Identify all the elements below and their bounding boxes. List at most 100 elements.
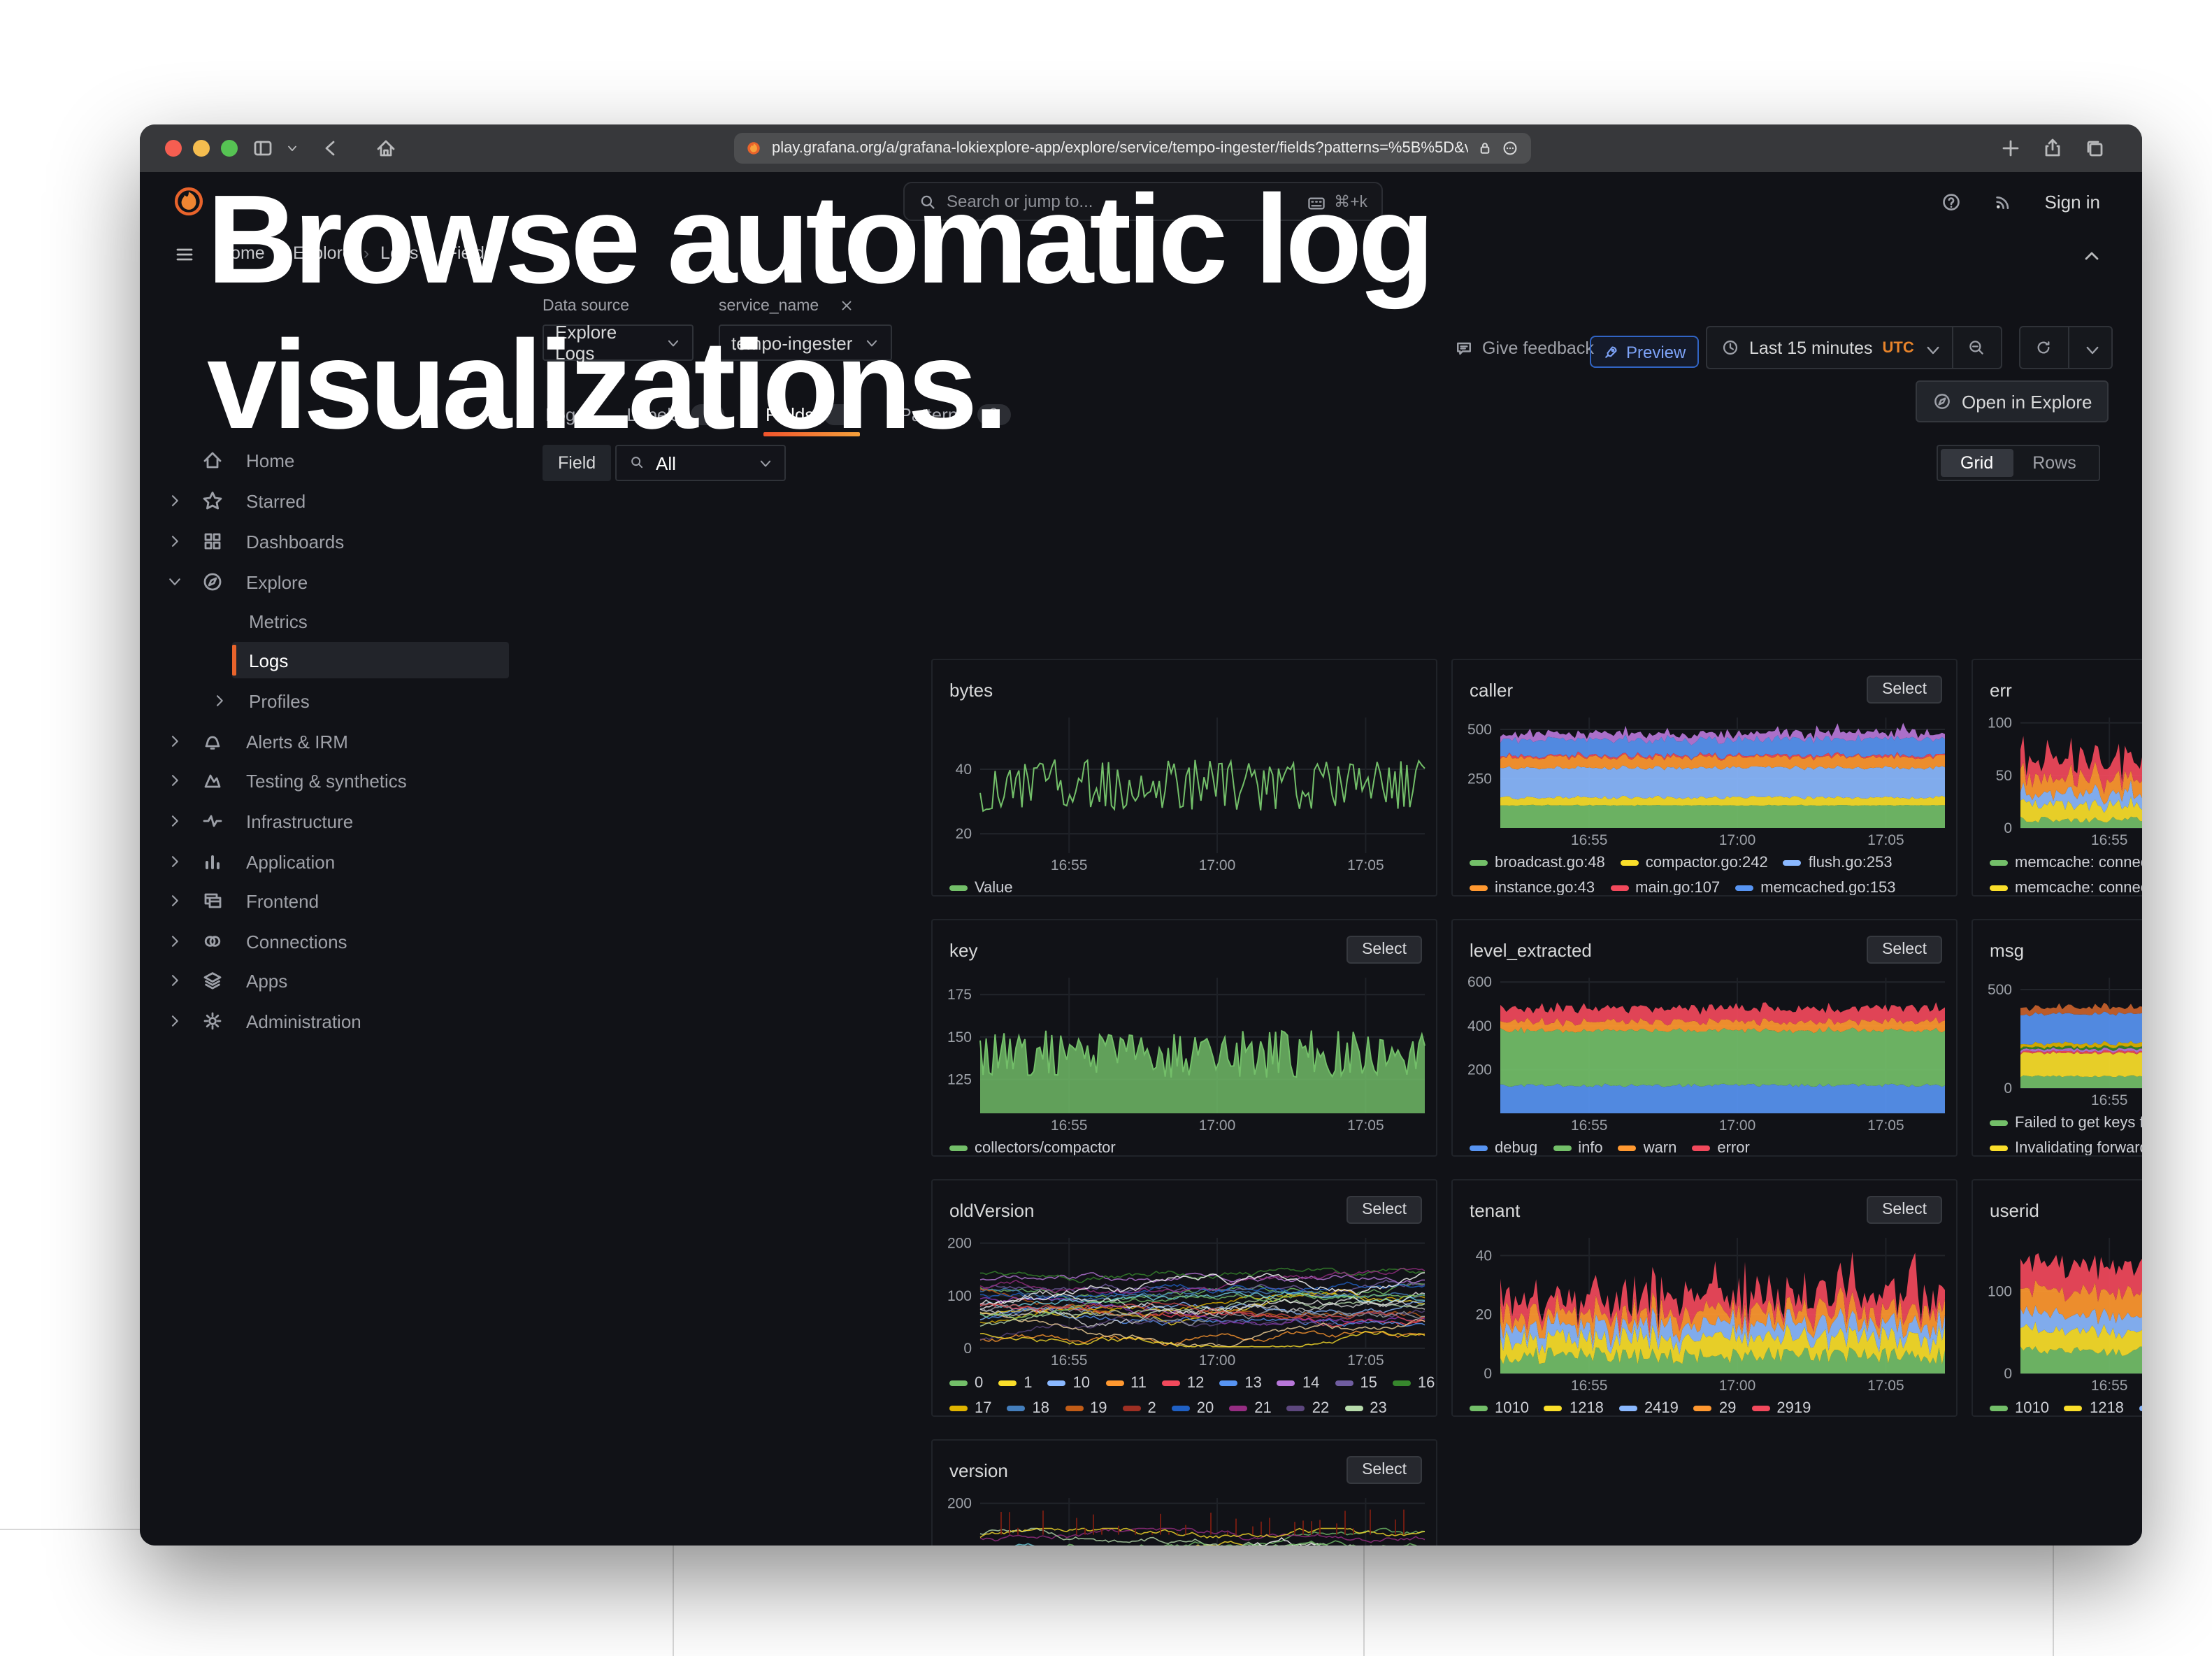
legend-item[interactable]: warn bbox=[1618, 1140, 1677, 1157]
legend-item[interactable]: 13 bbox=[1219, 1375, 1262, 1392]
legend-item[interactable]: Value bbox=[949, 880, 1013, 897]
legend-item[interactable]: broadcast.go:48 bbox=[1470, 855, 1605, 871]
refresh-interval-dropdown[interactable] bbox=[2069, 327, 2111, 368]
legend-item[interactable]: main.go:107 bbox=[1610, 880, 1720, 897]
legend-item[interactable]: 2919 bbox=[1751, 1400, 1811, 1417]
select-button[interactable]: Select bbox=[1346, 1456, 1422, 1484]
share-icon[interactable] bbox=[2041, 137, 2064, 159]
legend-item[interactable]: 0 bbox=[949, 1375, 983, 1392]
sidebar-item-alerts-irm[interactable]: Alerts & IRM bbox=[140, 723, 529, 759]
legend-item[interactable]: error bbox=[1692, 1140, 1749, 1157]
overlay-headline: Browse automatic logvisualizations. bbox=[207, 168, 1430, 460]
legend-item[interactable]: 1218 bbox=[1544, 1400, 1604, 1417]
legend-item[interactable]: flush.go:253 bbox=[1783, 855, 1893, 871]
new-tab-icon[interactable] bbox=[1999, 137, 2022, 159]
svg-text:17:00: 17:00 bbox=[1719, 832, 1756, 848]
legend-item[interactable]: 29 bbox=[1694, 1400, 1737, 1417]
legend-item[interactable]: 15 bbox=[1335, 1375, 1377, 1392]
sidebar-item-infrastructure[interactable]: Infrastructure bbox=[140, 803, 529, 839]
grafana-logo[interactable] bbox=[173, 186, 204, 217]
sidebar-item-frontend[interactable]: Frontend bbox=[140, 883, 529, 919]
sidebar-item-testing-synthetics[interactable]: Testing & synthetics bbox=[140, 762, 529, 799]
collapse-header-icon[interactable] bbox=[2081, 245, 2103, 267]
legend-item[interactable]: 14 bbox=[1277, 1375, 1320, 1392]
legend-item[interactable]: 2419 bbox=[2139, 1400, 2142, 1417]
address-bar[interactable]: play.grafana.org/a/grafana-lokiexplore-a… bbox=[734, 133, 1531, 164]
chevron-right-icon bbox=[166, 813, 183, 829]
legend-item[interactable]: memcache: connect timeout to 162.134.158… bbox=[1990, 855, 2142, 871]
legend-item[interactable]: 16 bbox=[1393, 1375, 1435, 1392]
news-icon[interactable] bbox=[1993, 191, 2014, 212]
legend-item[interactable]: Failed to get keys from memcached bbox=[1990, 1115, 2142, 1132]
open-in-explore-button[interactable]: Open in Explore bbox=[1916, 380, 2109, 422]
sidebar-item-logs[interactable]: Logs bbox=[140, 642, 529, 678]
chevron-down-icon bbox=[2083, 341, 2097, 355]
legend-item[interactable]: 2 bbox=[1123, 1400, 1156, 1417]
legend-item[interactable]: memcached.go:153 bbox=[1735, 880, 1895, 897]
give-feedback-link[interactable]: Give feedback bbox=[1454, 338, 1594, 358]
svg-text:175: 175 bbox=[947, 987, 972, 1003]
legend-item[interactable]: Invalidating forwarded broadcast bbox=[1990, 1140, 2142, 1157]
sidebar-item-metrics[interactable]: Metrics bbox=[140, 603, 529, 639]
zoom-window-button[interactable] bbox=[221, 140, 238, 157]
legend-item[interactable]: 21 bbox=[1229, 1400, 1272, 1417]
grid-view-button[interactable]: Grid bbox=[1941, 449, 2013, 477]
legend-item[interactable]: 2419 bbox=[1619, 1400, 1679, 1417]
sidebar-item-application[interactable]: Application bbox=[140, 843, 529, 880]
sidebar-item-profiles[interactable]: Profiles bbox=[140, 683, 529, 719]
select-button[interactable]: Select bbox=[1867, 936, 1942, 964]
legend-item[interactable]: compactor.go:242 bbox=[1621, 855, 1768, 871]
legend-item[interactable]: 17 bbox=[949, 1400, 992, 1417]
legend-label: Invalidating forwarded broadcast bbox=[2015, 1140, 2142, 1157]
legend-item[interactable]: 11 bbox=[1105, 1375, 1147, 1392]
legend-item[interactable]: info bbox=[1553, 1140, 1603, 1157]
sidebar-item-apps[interactable]: Apps bbox=[140, 962, 529, 999]
legend-item[interactable]: memcache: connect timeout to 174.213.22.… bbox=[1990, 880, 2142, 897]
panel-legend: 01 10 11 12 13 14 15 16 bbox=[933, 1371, 1436, 1396]
legend-item[interactable]: 1218 bbox=[2064, 1400, 2124, 1417]
legend-item[interactable]: 19 bbox=[1065, 1400, 1107, 1417]
legend-item[interactable]: 23 bbox=[1344, 1400, 1387, 1417]
sidebar-item-connections[interactable]: Connections bbox=[140, 923, 529, 959]
legend-item[interactable]: 18 bbox=[1007, 1400, 1050, 1417]
help-icon[interactable] bbox=[1941, 191, 1962, 212]
sidebar-item-dashboards[interactable]: Dashboards bbox=[140, 523, 529, 559]
legend-item[interactable]: 1 bbox=[998, 1375, 1032, 1392]
select-button[interactable]: Select bbox=[1867, 1196, 1942, 1224]
sidebar-item-administration[interactable]: Administration bbox=[140, 1003, 529, 1039]
sign-in-link[interactable]: Sign in bbox=[2045, 191, 2101, 212]
legend-label: collectors/compactor bbox=[975, 1140, 1116, 1157]
legend-item[interactable]: 20 bbox=[1172, 1400, 1214, 1417]
minimize-window-button[interactable] bbox=[193, 140, 210, 157]
select-button[interactable]: Select bbox=[1867, 676, 1942, 704]
tabs-copy-icon[interactable] bbox=[2083, 137, 2106, 159]
sidebar-item-starred[interactable]: Starred bbox=[140, 483, 529, 519]
sidebar-item-explore[interactable]: Explore bbox=[140, 564, 529, 600]
sidebar-toggle-icon[interactable] bbox=[252, 137, 274, 159]
select-button[interactable]: Select bbox=[1346, 1196, 1422, 1224]
home-chrome-icon[interactable] bbox=[375, 137, 397, 159]
preview-badge[interactable]: Preview bbox=[1590, 336, 1698, 368]
svg-text:17:05: 17:05 bbox=[1867, 1118, 1904, 1134]
back-icon[interactable] bbox=[319, 137, 341, 159]
menu-icon[interactable] bbox=[173, 243, 196, 266]
refresh-button[interactable] bbox=[2020, 327, 2068, 368]
legend-item[interactable]: 1010 bbox=[1990, 1400, 2049, 1417]
panel-msg: msgSelect050016:5517:0017:05Failed to ge… bbox=[1972, 919, 2142, 1157]
legend-item[interactable]: 10 bbox=[1048, 1375, 1091, 1392]
legend-item[interactable]: 12 bbox=[1162, 1375, 1205, 1392]
close-window-button[interactable] bbox=[165, 140, 182, 157]
legend-item[interactable]: collectors/compactor bbox=[949, 1140, 1116, 1157]
time-range-picker[interactable]: Last 15 minutes UTC bbox=[1707, 327, 1952, 368]
legend-item[interactable]: 22 bbox=[1287, 1400, 1330, 1417]
legend-label: 1218 bbox=[2090, 1400, 2124, 1417]
select-button[interactable]: Select bbox=[1346, 936, 1422, 964]
legend-item[interactable]: 1010 bbox=[1470, 1400, 1529, 1417]
tab-overview-caret-icon[interactable] bbox=[285, 137, 299, 159]
zoom-out-button[interactable] bbox=[1953, 327, 2001, 368]
rows-view-button[interactable]: Rows bbox=[2013, 449, 2096, 477]
legend-item[interactable]: instance.go:43 bbox=[1470, 880, 1595, 897]
legend-item[interactable]: debug bbox=[1470, 1140, 1537, 1157]
more-options-icon[interactable] bbox=[1502, 139, 1520, 157]
svg-text:40: 40 bbox=[956, 762, 972, 778]
